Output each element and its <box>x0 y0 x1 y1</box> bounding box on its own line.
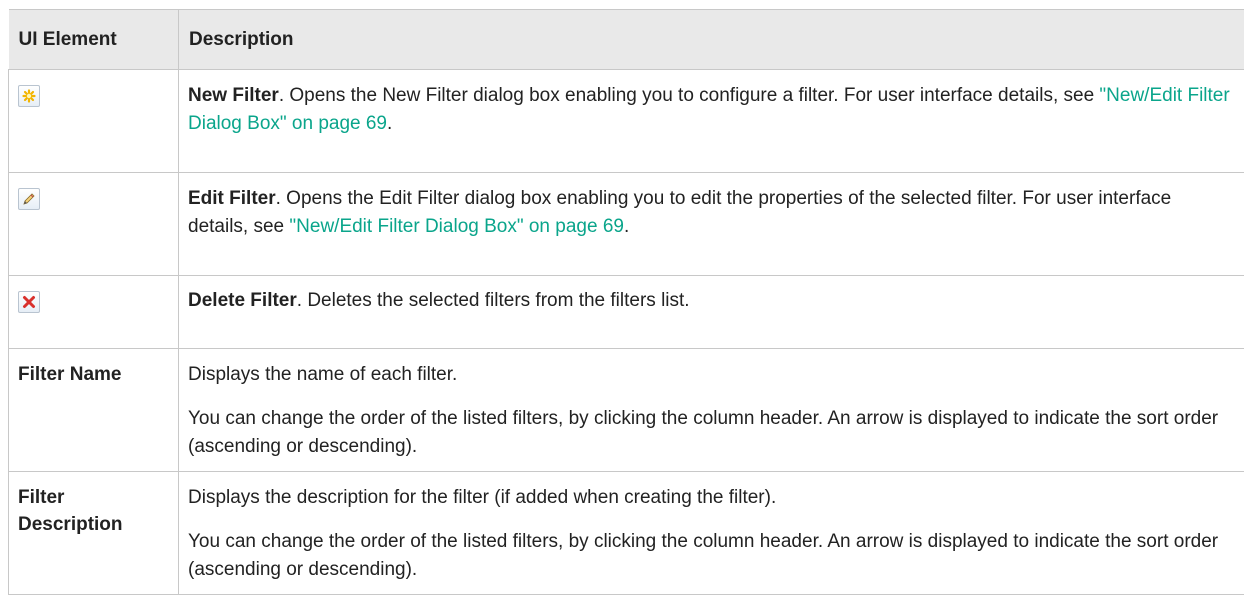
element-title: Delete Filter <box>188 290 297 311</box>
table-row: Filter Description Displays the descript… <box>8 471 1244 595</box>
table-row: Filter Name Displays the name of each fi… <box>8 348 1244 472</box>
description-text: You can change the order of the listed f… <box>188 531 1219 580</box>
header-ui-element: UI Element <box>8 9 179 70</box>
ui-element-label: Filter Name <box>8 348 179 472</box>
table-row: Edit Filter. Opens the Edit Filter dialo… <box>8 172 1244 276</box>
description-cell: Delete Filter. Deletes the selected filt… <box>178 275 1244 349</box>
description-text: You can change the order of the listed f… <box>188 408 1219 457</box>
description-text: Edit Filter. Opens the Edit Filter dialo… <box>188 188 1172 237</box>
delete-filter-icon <box>18 291 40 313</box>
element-title: Edit Filter <box>188 188 276 209</box>
element-title: New Filter <box>188 85 279 106</box>
new-filter-icon <box>18 85 40 107</box>
description-cell: Displays the description for the filter … <box>178 471 1244 595</box>
edit-filter-icon <box>18 188 40 210</box>
description-text: Displays the name of each filter. <box>188 364 458 385</box>
ui-element-cell <box>8 275 179 349</box>
ui-element-cell <box>8 69 179 173</box>
header-description: Description <box>178 9 1244 70</box>
table-header-row: UI Element Description <box>8 9 1244 70</box>
description-cell: Edit Filter. Opens the Edit Filter dialo… <box>178 172 1244 276</box>
ui-element-label: Filter Description <box>8 471 179 595</box>
description-cell: Displays the name of each filter. You ca… <box>178 348 1244 472</box>
description-text: Delete Filter. Deletes the selected filt… <box>188 290 690 311</box>
table-row: New Filter. Opens the New Filter dialog … <box>8 69 1244 173</box>
description-text: New Filter. Opens the New Filter dialog … <box>188 85 1230 134</box>
table-row: Delete Filter. Deletes the selected filt… <box>8 275 1244 349</box>
ui-element-cell <box>8 172 179 276</box>
ui-element-table: UI Element Description New Filter. Opens… <box>8 9 1244 595</box>
description-cell: New Filter. Opens the New Filter dialog … <box>178 69 1244 173</box>
cross-reference-link[interactable]: "New/Edit Filter Dialog Box" on page 69 <box>289 216 624 237</box>
description-text: Displays the description for the filter … <box>188 487 777 508</box>
